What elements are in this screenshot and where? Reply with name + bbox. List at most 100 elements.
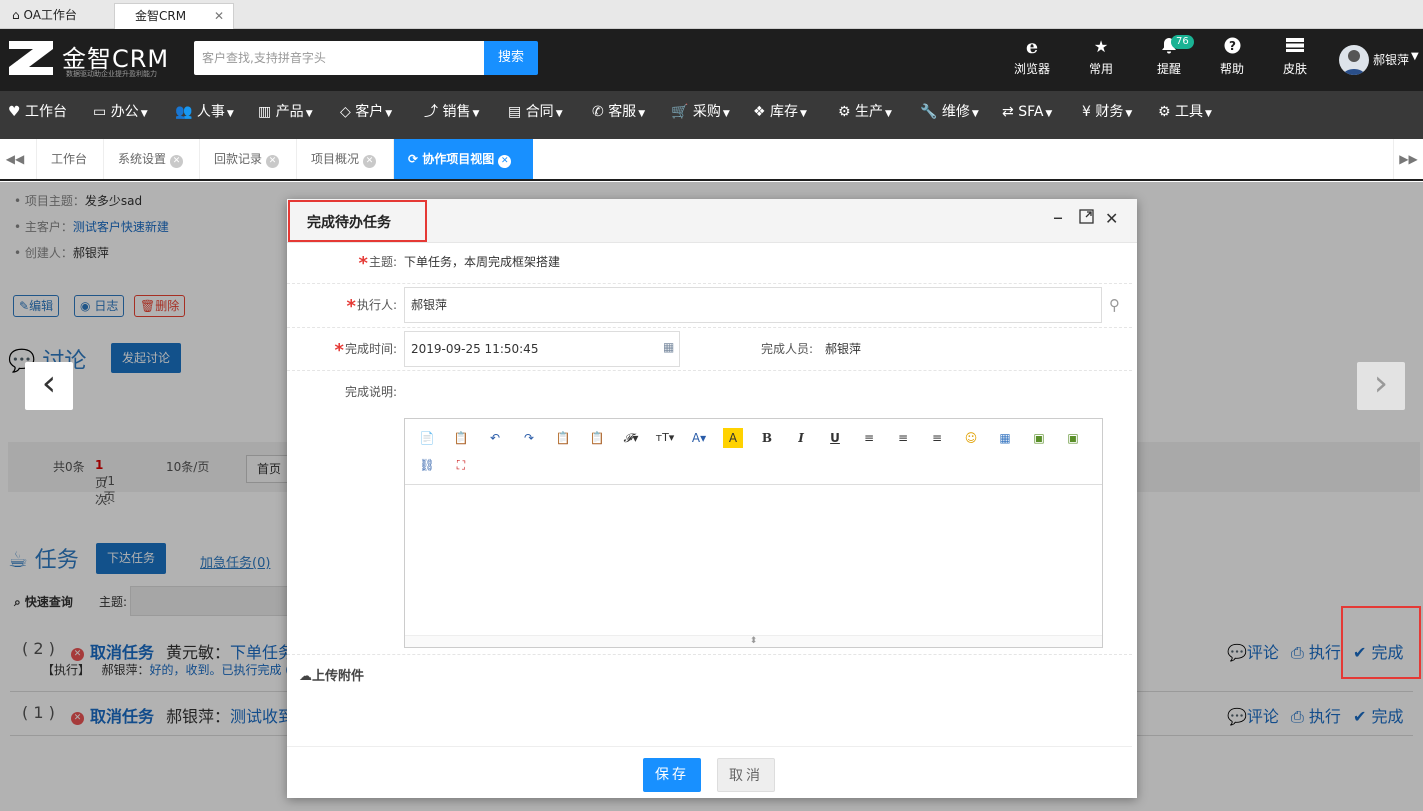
tab-close-icon[interactable]: ✕ [498, 155, 512, 168]
close-icon[interactable]: ✕ [1105, 209, 1118, 228]
search-input[interactable] [194, 41, 484, 75]
search-icon[interactable]: ⚲ [1109, 296, 1120, 314]
tab-close-icon[interactable]: ✕ [266, 155, 280, 168]
header-help[interactable]: ? 帮助 [1204, 37, 1260, 77]
completer-label: 完成人员: [761, 342, 814, 356]
next-arrow-icon[interactable]: › [1357, 362, 1405, 410]
reminder-badge: 76 [1171, 35, 1194, 49]
caret-down-icon: ▼ [226, 109, 234, 119]
logo-slogan: 数据驱动助企业提升盈利能力 [66, 70, 157, 78]
cart-icon: 🛒 [671, 104, 689, 120]
title-highlight-box [288, 200, 427, 242]
tab-payment-records[interactable]: 回款记录 ✕ [199, 139, 291, 179]
nav-item-workbench[interactable]: ♥ 工作台 [8, 91, 67, 139]
chart-icon: ⤴ [424, 104, 438, 120]
nav-item-purchase[interactable]: 🛒 采购 ▼ [671, 91, 730, 139]
emoticon-icon[interactable]: ☺ [961, 428, 981, 448]
user-name[interactable]: 郝银萍 [1373, 51, 1409, 68]
gear-icon: ⚙ [1158, 104, 1171, 120]
italic-icon[interactable]: I [791, 428, 811, 448]
nav-item-sales[interactable]: ⤴ 销售 ▼ [424, 91, 479, 139]
caret-down-icon: ▼ [1205, 109, 1212, 119]
wrench-icon: 🔧 [920, 104, 938, 120]
nav-item-contract[interactable]: ▤ 合同 ▼ [508, 91, 563, 139]
form-row-subject: *主题: 下单任务，本周完成框架搭建 [287, 243, 1132, 284]
rich-text-editor: 📄 📋 ↶ ↷ 📋 📋 𝓕▾ ᴛT▾ A▾ A B I U ≡ ≡ ≡ ☺ ▦ … [404, 418, 1103, 648]
align-center-icon[interactable]: ≡ [893, 428, 913, 448]
caret-down-icon: ▼ [971, 109, 979, 119]
cancel-button[interactable]: 取消 [717, 758, 775, 792]
tabs-scroll-left-icon[interactable]: ◀◀ [0, 139, 30, 179]
editor-resize-handle[interactable]: ⬍ [405, 635, 1102, 647]
nav-item-customer[interactable]: ◇ 客户 ▼ [340, 91, 392, 139]
align-left-icon[interactable]: ≡ [859, 428, 879, 448]
tab-workbench[interactable]: 工作台 [36, 139, 98, 179]
nav-item-hr[interactable]: 👥 人事 ▼ [175, 91, 234, 139]
caret-down-icon[interactable]: ▼ [1411, 51, 1419, 62]
browser-tab-label: OA工作台 [23, 8, 77, 22]
link-icon[interactable]: ⛓ [417, 455, 437, 475]
underline-icon[interactable]: U [825, 428, 845, 448]
close-icon[interactable]: ✕ [214, 4, 224, 29]
multi-image-icon[interactable]: ▣ [1063, 428, 1083, 448]
tab-collab-project-view[interactable]: ⟳ 协作项目视图 ✕ [393, 139, 533, 179]
help-icon: ? [1204, 37, 1260, 57]
cubes-icon: ❖ [753, 104, 766, 120]
undo-icon[interactable]: ↶ [485, 428, 505, 448]
tab-close-icon[interactable]: ✕ [170, 155, 184, 168]
avatar[interactable] [1339, 45, 1369, 75]
maximize-icon[interactable] [1079, 209, 1094, 228]
upload-attachment-link[interactable]: ☁上传附件 [299, 665, 364, 684]
header-reminder[interactable]: 76 提醒 [1141, 35, 1197, 77]
nav-item-finance[interactable]: ¥ 财务 ▼ [1082, 91, 1132, 139]
font-color-icon[interactable]: A▾ [689, 428, 709, 448]
font-size-icon[interactable]: ᴛT▾ [655, 428, 675, 448]
search-button[interactable]: 搜索 [484, 41, 538, 75]
source-icon[interactable]: 📄 [417, 428, 437, 448]
nav-item-production[interactable]: ⚙ 生产 ▼ [838, 91, 892, 139]
highlight-color-icon[interactable]: A [723, 428, 743, 448]
fullscreen-icon[interactable]: ⛶ [451, 455, 471, 475]
logo-icon [9, 41, 53, 75]
nav-item-repair[interactable]: 🔧 维修 ▼ [920, 91, 979, 139]
template-icon[interactable]: 📋 [451, 428, 471, 448]
caret-down-icon: ▼ [305, 109, 313, 119]
align-right-icon[interactable]: ≡ [927, 428, 947, 448]
header-browser[interactable]: e 浏览器 [1004, 37, 1060, 77]
calendar-icon[interactable]: ▦ [663, 340, 674, 354]
dialog-header: 完成待办任务 – ✕ [287, 199, 1137, 243]
caret-down-icon: ▼ [1045, 109, 1053, 119]
caret-down-icon: ▼ [885, 109, 892, 119]
tabs-scroll-right-icon[interactable]: ▶▶ [1393, 139, 1423, 179]
save-button[interactable]: 保存 [643, 758, 701, 792]
image-icon[interactable]: ▣ [1029, 428, 1049, 448]
nav-item-tools[interactable]: ⚙ 工具 ▼ [1158, 91, 1212, 139]
paste-word-icon[interactable]: 📋 [587, 428, 607, 448]
bold-icon[interactable]: B [757, 428, 777, 448]
nav-item-sfa[interactable]: ⇄ SFA ▼ [1002, 91, 1052, 139]
caret-down-icon: ▼ [800, 109, 807, 119]
tab-system-settings[interactable]: 系统设置 ✕ [103, 139, 195, 179]
browser-tab-crm[interactable]: 金智CRM ✕ [114, 3, 234, 29]
nav-item-inventory[interactable]: ❖ 库存 ▼ [753, 91, 807, 139]
prev-arrow-icon[interactable]: ‹ [25, 362, 73, 410]
font-family-icon[interactable]: 𝓕▾ [621, 428, 641, 448]
browser-tab-oa[interactable]: ⌂ OA工作台 [0, 3, 113, 29]
executor-input[interactable]: 郝银萍 [404, 287, 1102, 323]
editor-toolbar: 📄 📋 ↶ ↷ 📋 📋 𝓕▾ ᴛT▾ A▾ A B I U ≡ ≡ ≡ ☺ ▦ … [405, 419, 1102, 485]
complete-time-input[interactable]: 2019-09-25 11:50:45 [404, 331, 680, 367]
paste-icon[interactable]: 📋 [553, 428, 573, 448]
nav-item-product[interactable]: ▥ 产品 ▼ [258, 91, 313, 139]
tab-project-overview[interactable]: 项目概况 ✕ [296, 139, 388, 179]
table-icon[interactable]: ▦ [995, 428, 1015, 448]
header-skin[interactable]: 皮肤 [1267, 37, 1323, 77]
nav-item-service[interactable]: ✆ 客服 ▼ [592, 91, 645, 139]
minimize-icon[interactable]: – [1053, 205, 1063, 229]
required-mark: * [358, 253, 368, 274]
complete-task-dialog: 完成待办任务 – ✕ *主题: 下单任务，本周完成框架搭建 *执行人: 郝银萍 … [287, 199, 1137, 798]
description-label: 完成说明: [344, 385, 397, 399]
redo-icon[interactable]: ↷ [519, 428, 539, 448]
tab-close-icon[interactable]: ✕ [363, 155, 377, 168]
header-favorites[interactable]: ★ 常用 [1073, 37, 1129, 77]
nav-item-office[interactable]: ▭ 办公 ▼ [93, 91, 148, 139]
